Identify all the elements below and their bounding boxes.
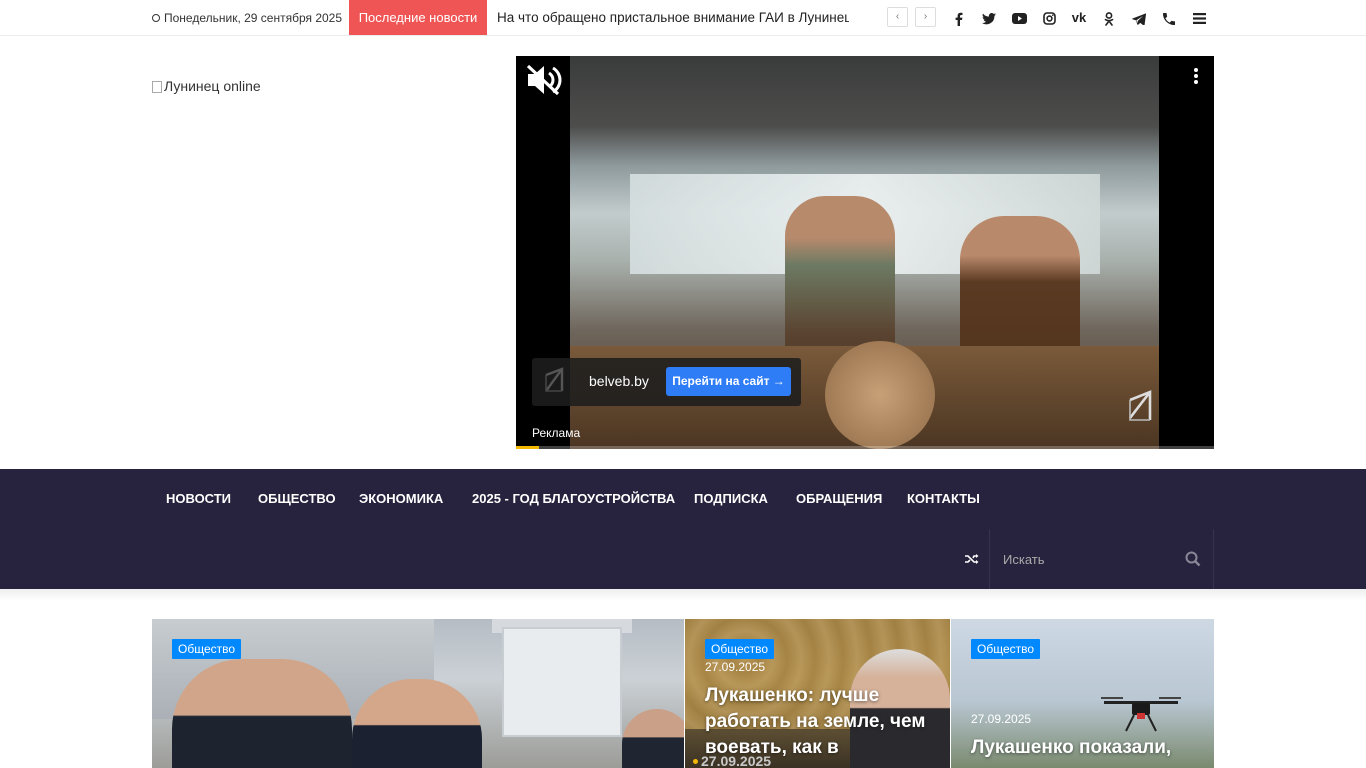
current-date: Понедельник, 29 сентября 2025 xyxy=(152,0,342,36)
ticker-next-button[interactable]: › xyxy=(915,7,936,27)
advertiser-card[interactable]: belveb.by Перейти на сайт → xyxy=(532,358,801,406)
main-navigation: Новости Общество Экономика 2025 - Год бл… xyxy=(0,469,1366,589)
category-badge[interactable]: Общество xyxy=(172,639,242,659)
card-date: 27.09.2025 xyxy=(971,712,1032,726)
ad-label: Реклама xyxy=(532,426,581,440)
go-to-site-button[interactable]: Перейти на сайт → xyxy=(666,367,791,396)
kebab-menu-icon[interactable] xyxy=(1190,66,1202,88)
phone-icon[interactable] xyxy=(1157,0,1181,36)
nav-item-subscription[interactable]: Подписка xyxy=(694,469,768,529)
advertiser-domain: belveb.by xyxy=(589,373,649,389)
telegram-icon[interactable] xyxy=(1127,0,1151,36)
site-logo[interactable]: Лунинец online xyxy=(152,78,261,94)
category-badge[interactable]: Общество xyxy=(705,639,775,659)
nav-item-economy[interactable]: Экономика xyxy=(359,469,443,529)
nav-item-contacts[interactable]: Контакты xyxy=(907,469,980,529)
drone-image xyxy=(1101,697,1181,732)
nav-item-year-of-improvement[interactable]: 2025 - Год благоустройства xyxy=(472,469,675,529)
featured-card-large[interactable]: Общество xyxy=(152,619,684,768)
featured-card-right[interactable]: Общество 27.09.2025 Лукашенко показали, xyxy=(951,619,1214,768)
instagram-icon[interactable] xyxy=(1037,0,1061,36)
twitter-icon[interactable] xyxy=(977,0,1001,36)
search-input[interactable] xyxy=(990,529,1180,589)
ad-progress-fill xyxy=(516,446,540,449)
clock-icon xyxy=(152,14,160,22)
news-ticker-headline[interactable]: На что обращено пристальное внимание ГАИ… xyxy=(497,0,849,36)
facebook-icon[interactable] xyxy=(947,0,971,36)
top-bar: Понедельник, 29 сентября 2025 Последние … xyxy=(0,0,1366,36)
nav-item-appeals[interactable]: Обращения xyxy=(796,469,882,529)
menu-icon[interactable] xyxy=(1187,0,1211,36)
vk-icon[interactable]: vk xyxy=(1067,0,1091,36)
odnoklassniki-icon[interactable] xyxy=(1097,0,1121,36)
advertiser-logo-icon xyxy=(545,367,564,392)
video-ad[interactable]: belveb.by Перейти на сайт → Реклама xyxy=(516,56,1214,449)
chevron-left-icon: ‹ xyxy=(895,11,900,22)
category-badge[interactable]: Общество xyxy=(971,639,1041,659)
chevron-right-icon: › xyxy=(923,11,928,22)
card-date: 27.09.2025 xyxy=(705,660,766,674)
nav-item-news[interactable]: Новости xyxy=(166,469,231,529)
youtube-icon[interactable] xyxy=(1007,0,1031,36)
broken-image-icon xyxy=(152,81,162,93)
card-title[interactable]: Лукашенко показали, xyxy=(971,735,1211,761)
search-box xyxy=(989,529,1214,589)
ad-progress-bar xyxy=(516,446,1214,449)
shuffle-icon[interactable] xyxy=(962,529,982,589)
featured-card-middle[interactable]: Общество 27.09.2025 Лукашенко: лучше раб… xyxy=(685,619,950,768)
status-dot xyxy=(693,759,698,764)
card-title[interactable]: Лукашенко: лучше работать на земле, чем … xyxy=(705,683,935,761)
nav-item-society[interactable]: Общество xyxy=(258,469,336,529)
card-date-secondary: 27.09.2025 xyxy=(701,753,772,768)
volume-mute-icon[interactable] xyxy=(524,62,564,98)
latest-news-badge: Последние новости xyxy=(349,0,487,35)
ticker-prev-button[interactable]: ‹ xyxy=(887,7,908,27)
watermark-logo-icon xyxy=(1128,390,1152,421)
search-icon[interactable] xyxy=(1185,551,1201,567)
